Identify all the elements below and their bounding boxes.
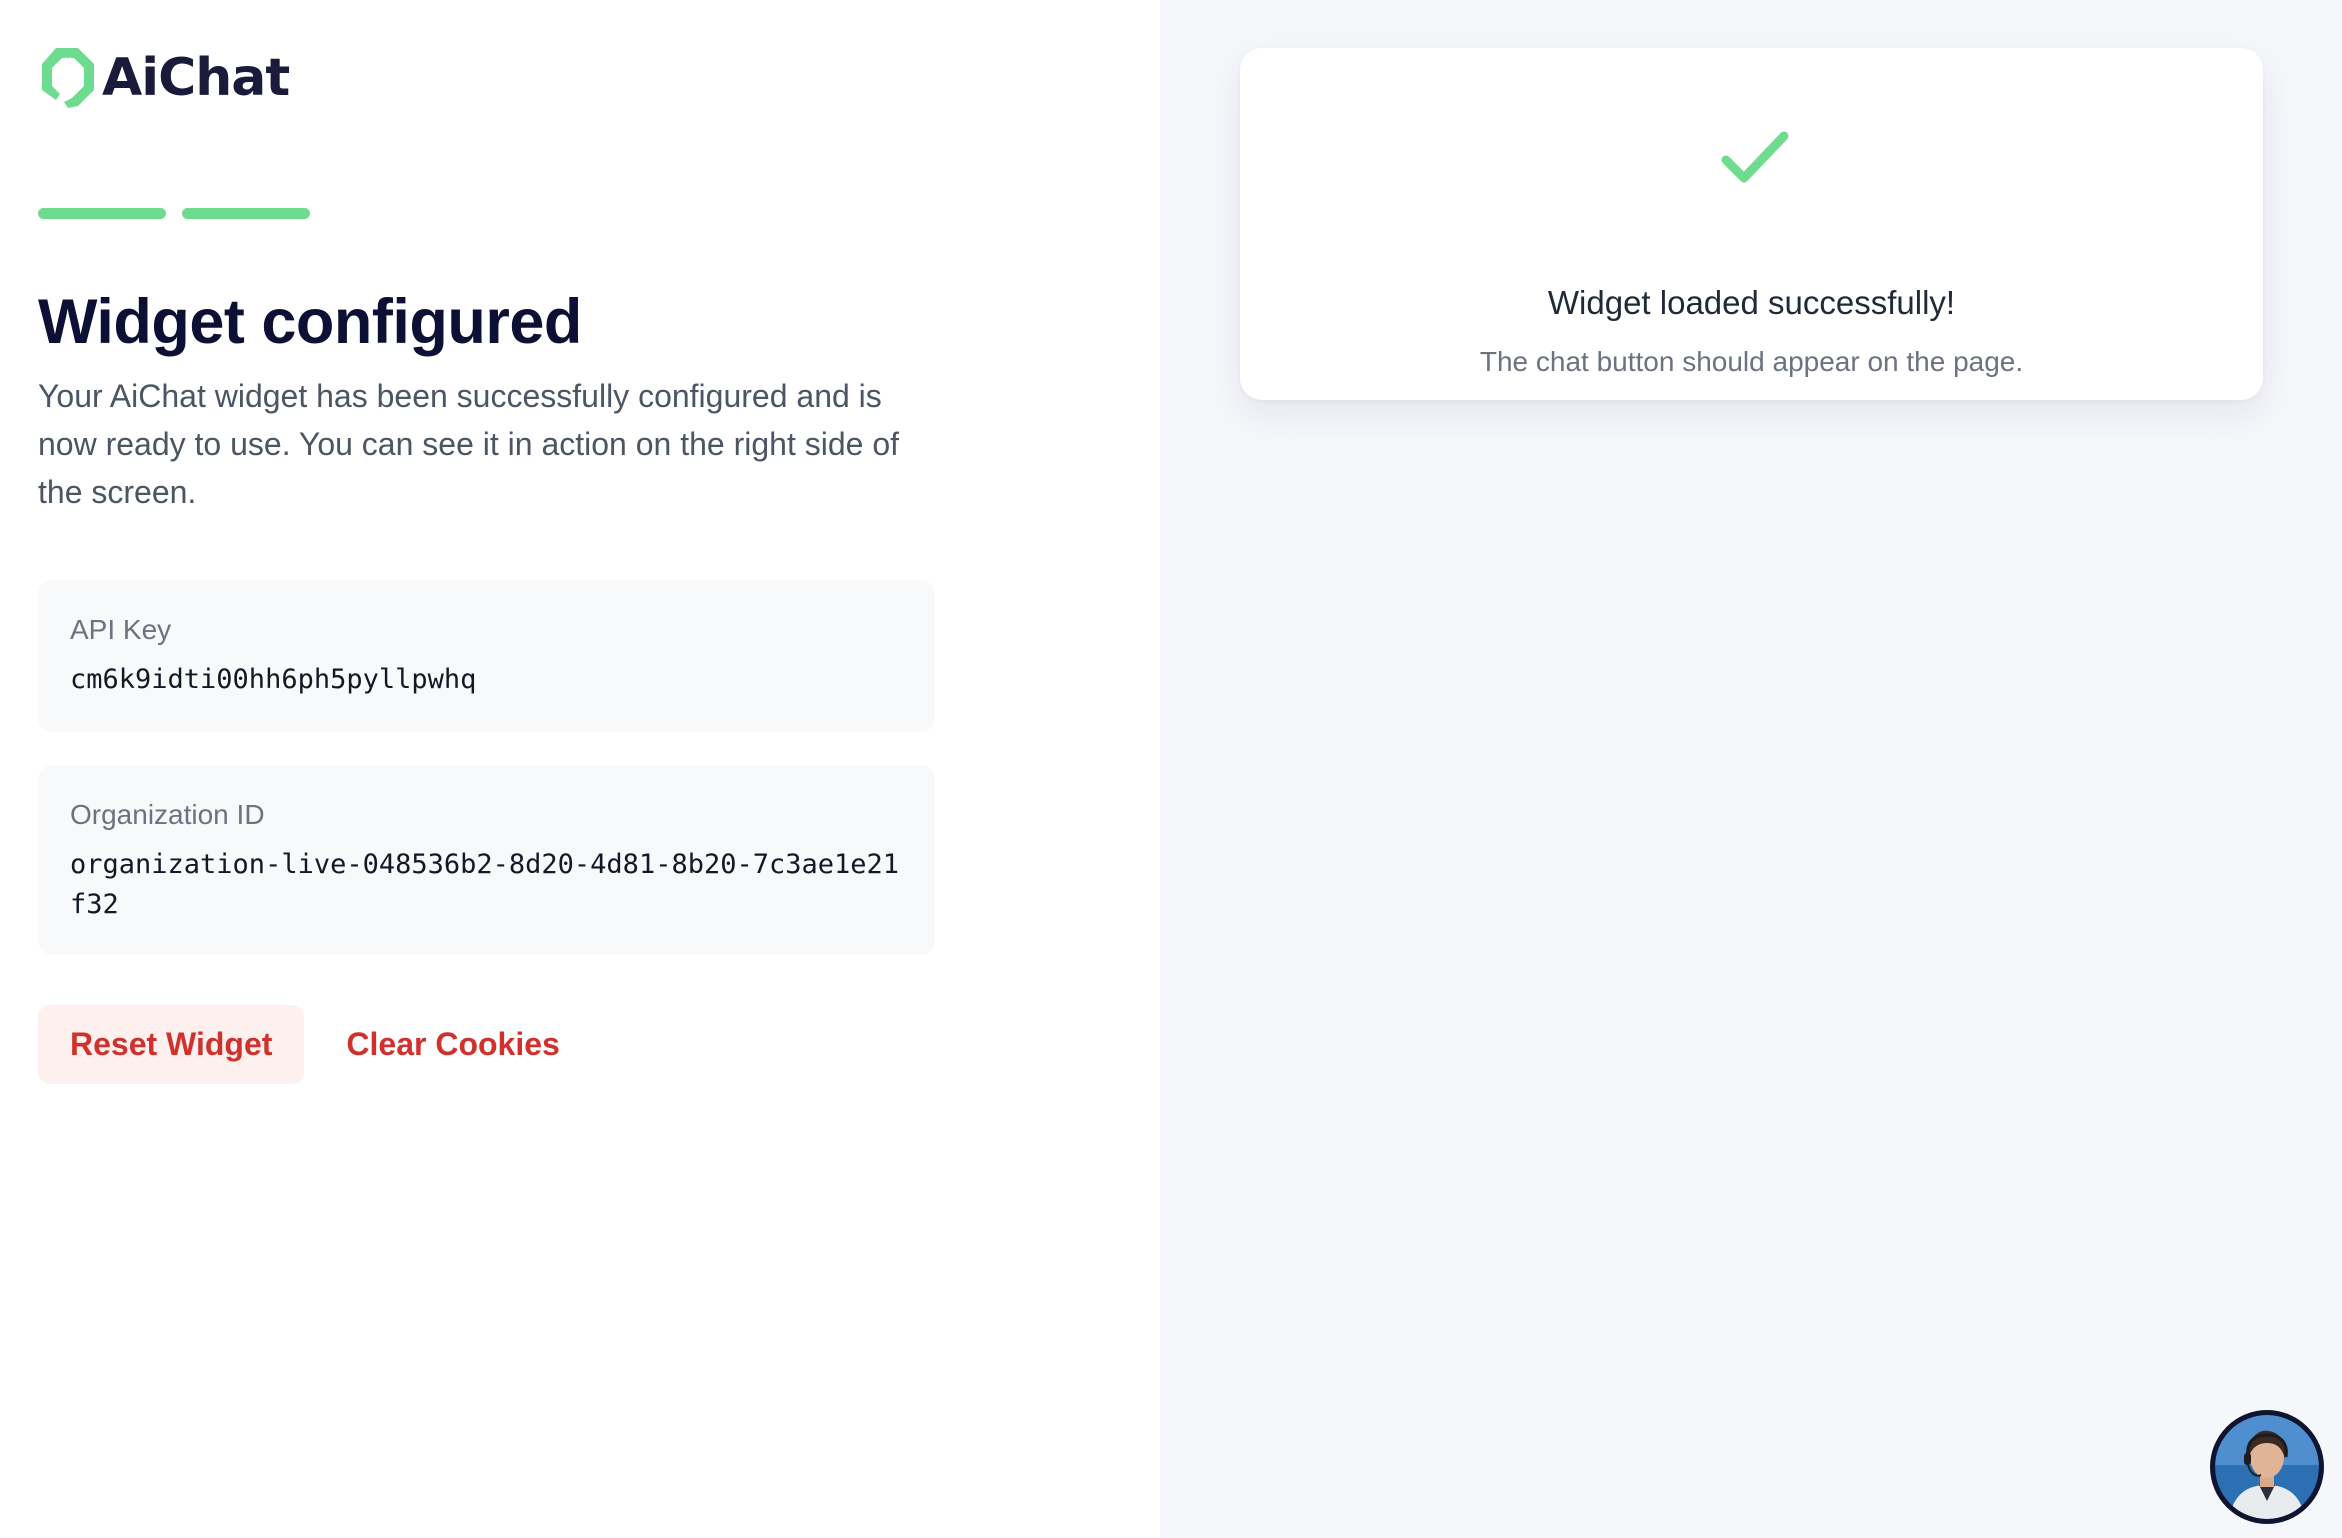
api-key-label: API Key xyxy=(70,614,172,645)
status-title: Widget loaded successfully! xyxy=(1547,284,1956,321)
clear-cookies-button[interactable]: Clear Cookies xyxy=(336,1005,569,1084)
organization-id-card: Organization ID organization-live-048536… xyxy=(38,765,935,955)
progress-steps xyxy=(38,208,310,219)
reset-widget-button[interactable]: Reset Widget xyxy=(38,1005,305,1084)
check-icon xyxy=(1721,131,1789,183)
chat-launcher-button[interactable] xyxy=(2210,1410,2324,1524)
organization-id-value[interactable]: organization-live-048536b2-8d20-4d81-8b2… xyxy=(70,845,903,925)
brand-logo[interactable]: AiChat xyxy=(38,46,290,110)
status-subtitle: The chat button should appear on the pag… xyxy=(1479,346,2024,377)
api-key-value[interactable]: cm6k9idti00hh6ph5pyllpwhq xyxy=(70,660,903,700)
progress-step-1 xyxy=(38,208,166,219)
preview-panel: Widget loaded successfully! The chat but… xyxy=(1160,0,2342,1538)
page-title: Widget configured xyxy=(38,287,582,357)
api-key-card: API Key cm6k9idti00hh6ph5pyllpwhq xyxy=(38,580,935,732)
progress-step-2 xyxy=(182,208,310,219)
organization-id-label: Organization ID xyxy=(70,799,265,830)
action-buttons: Reset Widget Clear Cookies xyxy=(38,1005,570,1084)
page: AiChat Widget configured Your AiChat wid… xyxy=(0,0,2342,1538)
brand-name: AiChat xyxy=(102,48,290,108)
aichat-logo-icon xyxy=(42,48,94,108)
page-description: Your AiChat widget has been successfully… xyxy=(38,378,900,510)
status-card: Widget loaded successfully! The chat but… xyxy=(1240,48,2263,400)
agent-avatar-icon xyxy=(2215,1415,2319,1519)
setup-panel: AiChat Widget configured Your AiChat wid… xyxy=(0,0,1160,1538)
